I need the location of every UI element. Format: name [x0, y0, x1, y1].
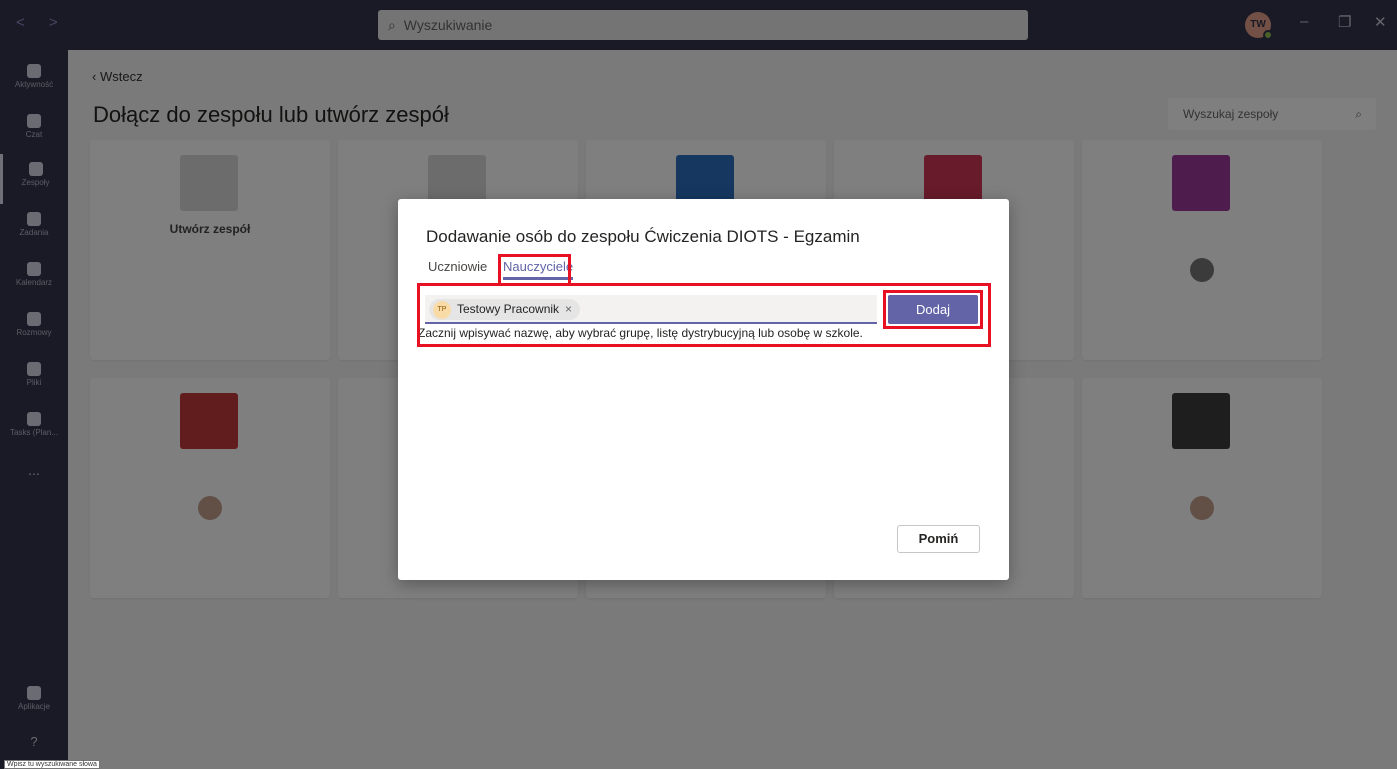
tab-highlight-box	[498, 254, 571, 286]
picker-row-highlight-box	[417, 283, 991, 347]
teams-window: < > ⌕ Wyszukiwanie TW – ❐ ✕ Aktywność Cz…	[0, 0, 1397, 769]
tab-students[interactable]: Uczniowie	[428, 259, 487, 274]
dialog-title: Dodawanie osób do zespołu Ćwiczenia DIOT…	[426, 227, 860, 246]
add-members-dialog: Dodawanie osób do zespołu Ćwiczenia DIOT…	[398, 199, 1009, 580]
search-tooltip: Wpisz tu wyszukiwane słowa	[4, 760, 100, 769]
skip-button[interactable]: Pomiń	[897, 525, 980, 553]
